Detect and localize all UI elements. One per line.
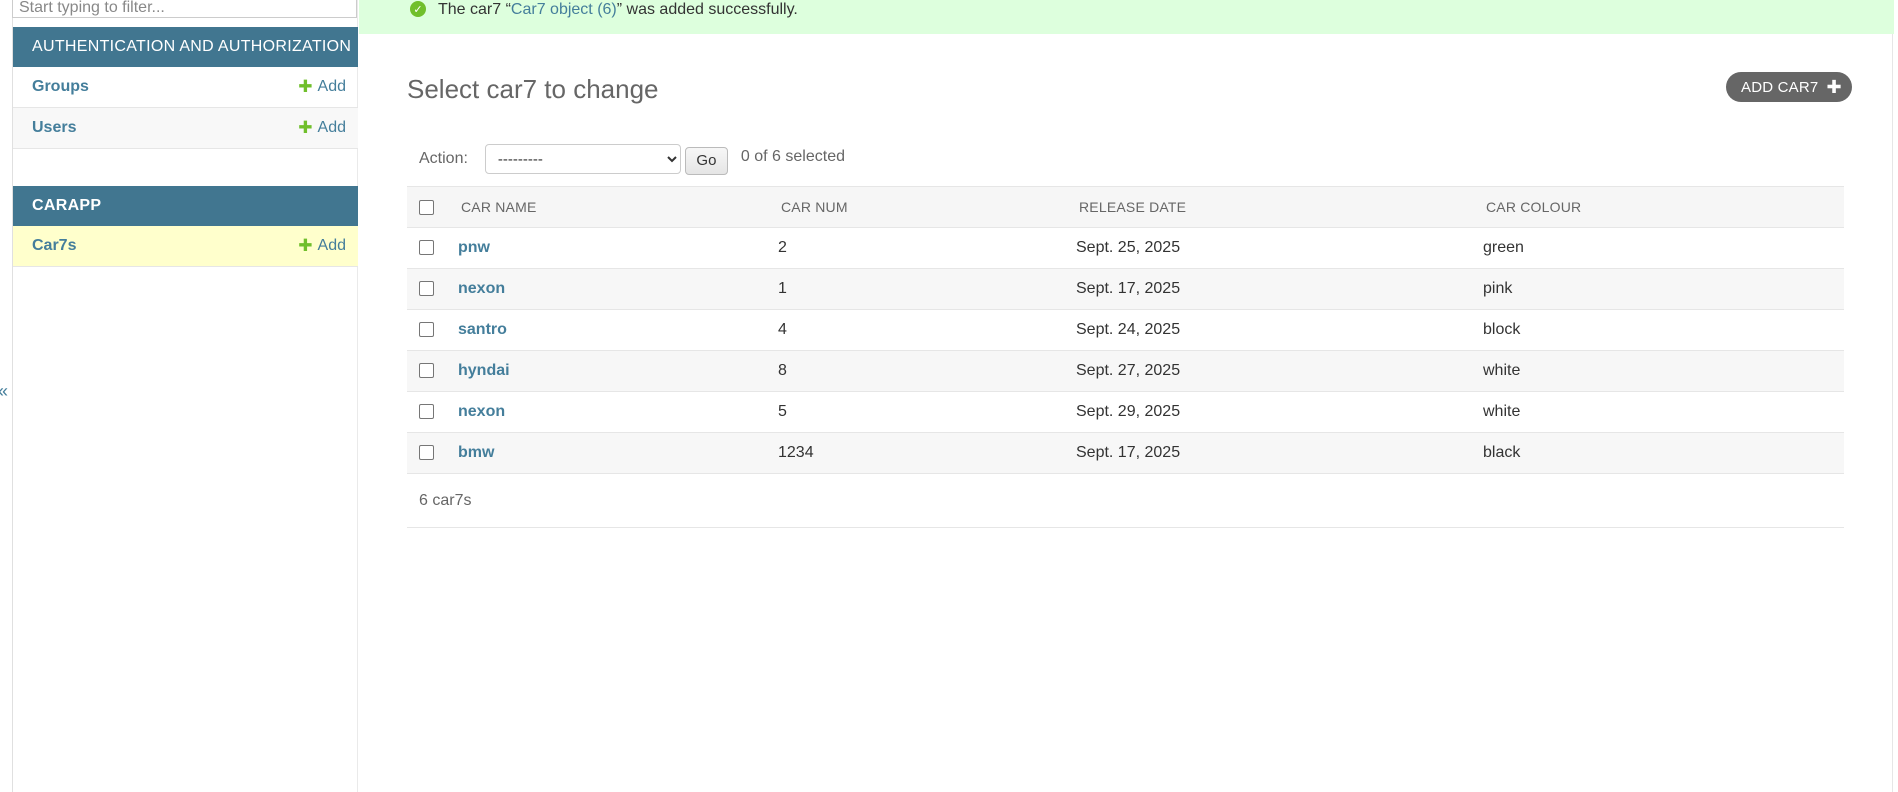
select-all-cell [407,186,458,228]
add-label: Add [317,237,346,254]
car-name-cell: nexon [458,391,778,433]
car-name-cell: nexon [458,268,778,310]
table-row: bmw 1234 Sept. 17, 2025 black [407,432,1844,474]
module-header-carapp[interactable]: CARAPP [13,186,358,226]
column-header-release-date[interactable]: RELEASE DATE [1076,186,1483,228]
plus-icon: ✚ [298,77,313,96]
paginator: 6 car7s [407,474,1844,528]
table-row: nexon 5 Sept. 29, 2025 white [407,391,1844,433]
car-colour-cell: white [1483,391,1844,433]
add-label: Add [317,119,346,136]
message-prefix: The car7 “ [438,1,511,18]
car-num-cell: 8 [778,350,1076,392]
car-colour-cell: black [1483,432,1844,474]
add-group-link[interactable]: ✚ Add [298,78,346,96]
page-title: Select car7 to change [407,74,659,104]
car-name-cell: hyndai [458,350,778,392]
row-select-cell [407,309,458,351]
car-name-link[interactable]: hyndai [458,362,510,379]
car-colour-cell: white [1483,350,1844,392]
added-object-link[interactable]: Car7 object (6) [511,1,617,18]
table-row: pnw 2 Sept. 25, 2025 green [407,227,1844,269]
release-date-cell: Sept. 25, 2025 [1076,227,1483,269]
success-message-text: The car7 “Car7 object (6)” was added suc… [438,1,798,19]
car-colour-cell: green [1483,227,1844,269]
car-num-cell: 1234 [778,432,1076,474]
select-all-checkbox[interactable] [419,200,434,216]
table-row: nexon 1 Sept. 17, 2025 pink [407,268,1844,310]
release-date-cell: Sept. 17, 2025 [1076,432,1483,474]
row-select-cell [407,432,458,474]
content-border [1892,34,1893,792]
module-auth: AUTHENTICATION AND AUTHORIZATION Groups … [13,27,358,149]
column-header-car-name[interactable]: CAR NAME [458,186,778,228]
add-label: Add [317,78,346,95]
car-colour-cell: block [1483,309,1844,351]
check-circle-icon: ✓ [410,1,426,17]
car-name-cell: pnw [458,227,778,269]
selection-counter: 0 of 6 selected [740,148,845,165]
car-num-cell: 2 [778,227,1076,269]
car-colour-cell: pink [1483,268,1844,310]
plus-icon: ✚ [298,118,313,137]
add-button-label: ADD CAR7 [1741,78,1819,96]
actions-bar: Action: --------- Go 0 of 6 selected [419,143,845,175]
car-name-link[interactable]: santro [458,321,507,338]
release-date-cell: Sept. 17, 2025 [1076,268,1483,310]
row-checkbox[interactable] [419,404,434,420]
add-car7-link[interactable]: ✚ Add [298,237,346,255]
release-date-cell: Sept. 29, 2025 [1076,391,1483,433]
row-checkbox[interactable] [419,240,434,256]
car-name-link[interactable]: bmw [458,444,494,461]
table-header-row: CAR NAME CAR NUM RELEASE DATE CAR COLOUR [407,186,1844,228]
module-header-auth[interactable]: AUTHENTICATION AND AUTHORIZATION [13,27,358,67]
success-message: ✓ The car7 “Car7 object (6)” was added s… [359,0,1894,34]
car-num-cell: 4 [778,309,1076,351]
sidebar-item-groups: Groups ✚ Add [13,67,358,108]
row-checkbox[interactable] [419,445,434,461]
add-car7-button[interactable]: ADD CAR7 ✚ [1726,72,1852,102]
table-row: hyndai 8 Sept. 27, 2025 white [407,350,1844,392]
row-checkbox[interactable] [419,322,434,338]
column-header-car-num[interactable]: CAR NUM [778,186,1076,228]
release-date-cell: Sept. 27, 2025 [1076,350,1483,392]
groups-link[interactable]: Groups [32,78,298,96]
action-label: Action: [419,150,468,167]
main-content: ✓ The car7 “Car7 object (6)” was added s… [359,0,1898,792]
car-name-cell: santro [458,309,778,351]
sidebar-nav: « AUTHENTICATION AND AUTHORIZATION Group… [0,0,358,792]
car-name-link[interactable]: nexon [458,403,505,420]
car-name-link[interactable]: pnw [458,239,490,256]
message-suffix: ” was added successfully. [616,1,798,18]
row-select-cell [407,268,458,310]
results-table: CAR NAME CAR NUM RELEASE DATE CAR COLOUR… [407,186,1844,474]
module-carapp: CARAPP Car7s ✚ Add [13,186,358,267]
sidebar-item-car7s: Car7s ✚ Add [13,226,358,267]
users-link[interactable]: Users [32,119,298,137]
column-header-car-colour[interactable]: CAR COLOUR [1483,186,1844,228]
collapse-sidebar-icon[interactable]: « [0,381,8,401]
plus-icon: ✚ [1826,77,1842,97]
nav-filter-input[interactable] [12,0,357,18]
go-button[interactable]: Go [684,146,728,175]
car-num-cell: 1 [778,268,1076,310]
plus-icon: ✚ [298,236,313,255]
car-name-link[interactable]: nexon [458,280,505,297]
sidebar-item-users: Users ✚ Add [13,108,358,149]
car7s-link[interactable]: Car7s [32,237,298,255]
row-select-cell [407,350,458,392]
row-checkbox[interactable] [419,281,434,297]
release-date-cell: Sept. 24, 2025 [1076,309,1483,351]
row-select-cell [407,227,458,269]
row-checkbox[interactable] [419,363,434,379]
add-user-link[interactable]: ✚ Add [298,119,346,137]
table-row: santro 4 Sept. 24, 2025 block [407,309,1844,351]
car-name-cell: bmw [458,432,778,474]
row-select-cell [407,391,458,433]
action-select[interactable]: --------- [484,144,681,174]
car-num-cell: 5 [778,391,1076,433]
